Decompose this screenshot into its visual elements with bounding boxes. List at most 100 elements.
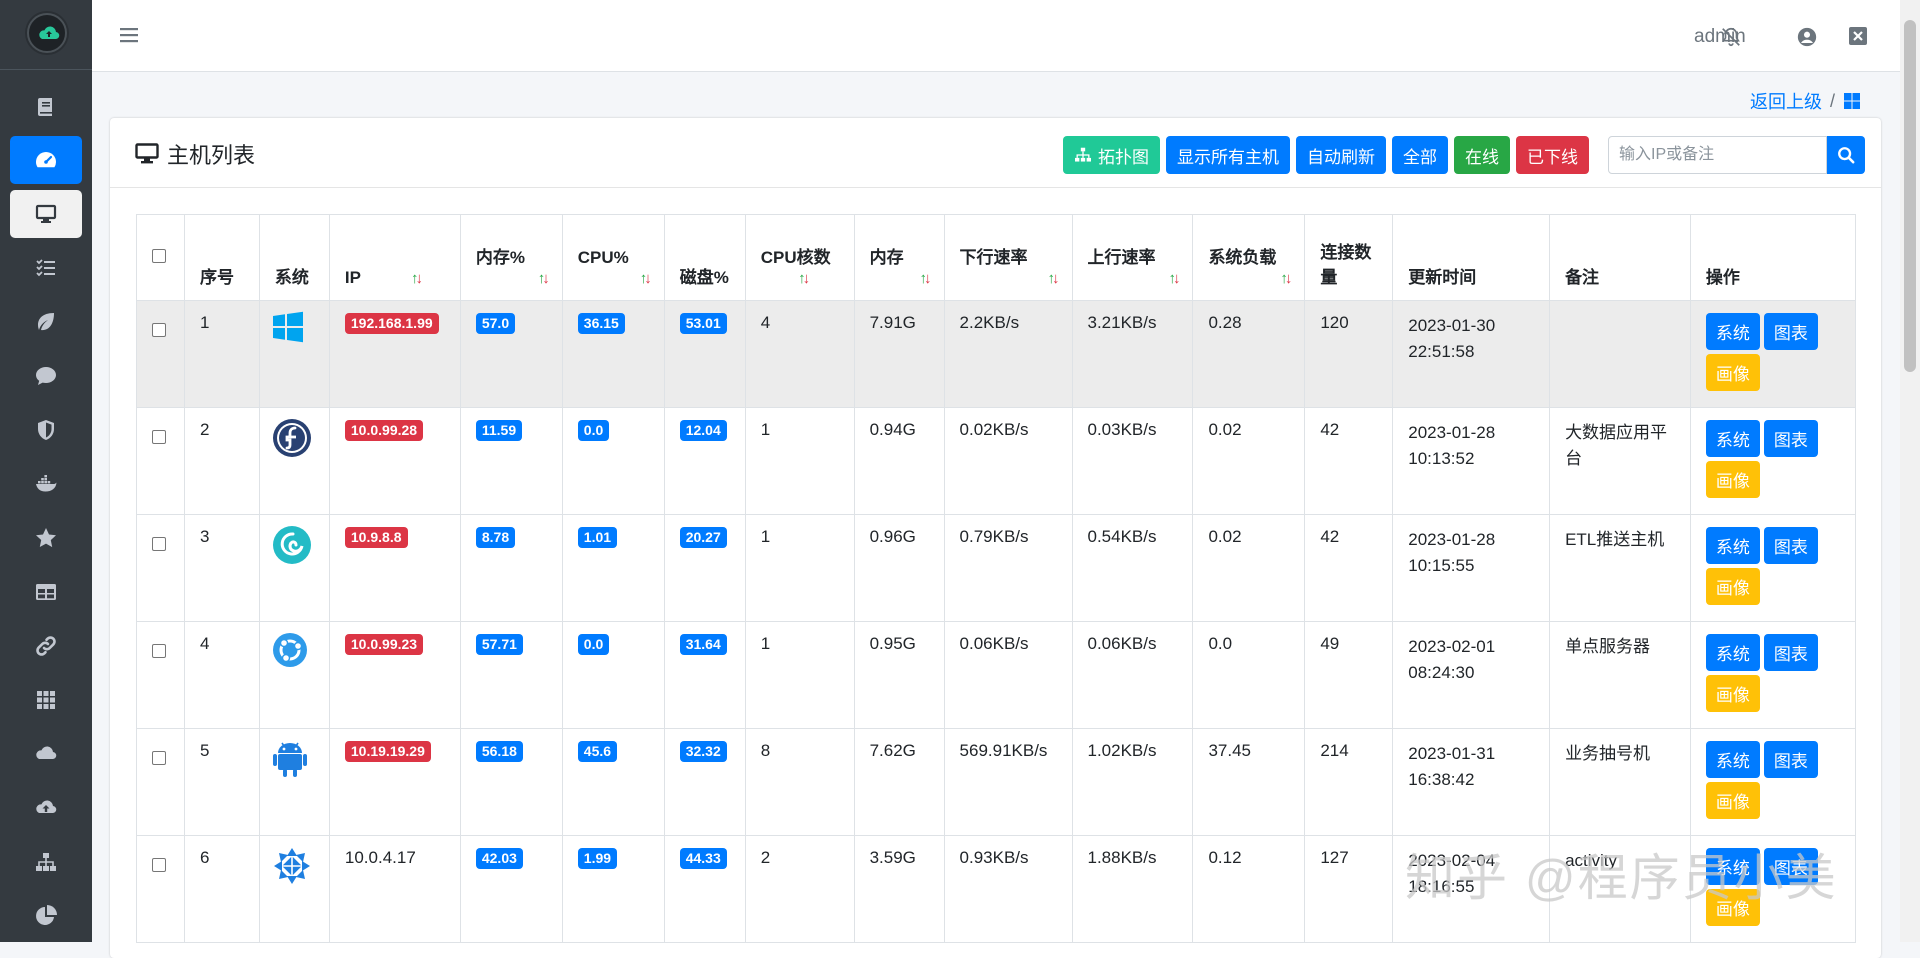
- sort-arrows-icon[interactable]: ↑↓: [1168, 270, 1180, 287]
- sidebar-item-comments[interactable]: [10, 352, 82, 400]
- os-cell: [258, 514, 330, 622]
- table-row[interactable]: 6 10.0.4.17 42.03 1.99 44.33 2 3.59G 0.9…: [136, 835, 1857, 943]
- search-input[interactable]: [1608, 136, 1827, 174]
- header-cpu-pct[interactable]: CPU% ↑↓: [561, 214, 665, 301]
- ip-badge-offline[interactable]: 10.0.99.28: [344, 420, 424, 441]
- header-load[interactable]: 系统负载 ↑↓: [1192, 214, 1306, 301]
- disk-pct-cell: 44.33: [663, 835, 746, 943]
- sort-arrows-icon[interactable]: ↑↓: [798, 270, 810, 287]
- sidebar-item-apps[interactable]: [10, 676, 82, 724]
- disk-pct-cell: 12.04: [663, 407, 746, 515]
- auto-refresh-button[interactable]: 自动刷新: [1296, 136, 1386, 174]
- ip-badge-offline[interactable]: 10.9.8.8: [344, 527, 408, 548]
- select-all-checkbox[interactable]: [152, 248, 166, 263]
- row-checkbox[interactable]: [152, 644, 166, 658]
- filter-online-button[interactable]: 在线: [1454, 136, 1510, 174]
- show-all-hosts-button[interactable]: 显示所有主机: [1166, 136, 1290, 174]
- chart-button[interactable]: 图表: [1763, 634, 1818, 671]
- sidebar-item-tables[interactable]: [10, 568, 82, 616]
- sidebar-item-reports[interactable]: [10, 892, 82, 940]
- sidebar-item-leaf[interactable]: [10, 298, 82, 346]
- header-down-rate[interactable]: 下行速率 ↑↓: [943, 214, 1073, 301]
- hamburger-menu-icon[interactable]: [120, 26, 138, 44]
- search-button[interactable]: [1827, 136, 1865, 174]
- chart-button[interactable]: 图表: [1763, 527, 1818, 564]
- row-checkbox[interactable]: [152, 858, 166, 872]
- ip-cell: 10.19.19.29: [328, 728, 461, 836]
- table-row[interactable]: 2 10.0.99.28 11.59 0.0 12.04 1 0.94G 0.0…: [136, 407, 1857, 515]
- sidebar-item-docker[interactable]: [10, 460, 82, 508]
- sidebar-item-tasks[interactable]: [10, 244, 82, 292]
- user-circle-icon[interactable]: [1796, 26, 1818, 48]
- page-title-text: 主机列表: [167, 143, 256, 168]
- disk-pct-badge: 44.33: [679, 848, 727, 869]
- row-checkbox[interactable]: [152, 323, 166, 337]
- windows-grid-icon[interactable]: [1843, 92, 1861, 110]
- username-label[interactable]: admin: [1694, 26, 1746, 48]
- ip-text[interactable]: 10.0.4.17: [345, 848, 416, 867]
- filter-offline-button[interactable]: 已下线: [1516, 136, 1589, 174]
- sidebar-item-security[interactable]: [10, 406, 82, 454]
- header-up-rate[interactable]: 上行速率 ↑↓: [1071, 214, 1194, 301]
- header-down-rate-label: 下行速率: [959, 248, 1028, 267]
- sidebar-item-network[interactable]: [10, 838, 82, 886]
- profile-button[interactable]: 画像: [1705, 889, 1760, 926]
- filter-all-button[interactable]: 全部: [1392, 136, 1448, 174]
- sort-arrows-icon[interactable]: ↑↓: [538, 270, 550, 287]
- table-row[interactable]: 1 192.168.1.99 57.0 36.15 53.01 4 7.91G …: [136, 300, 1857, 408]
- sort-arrows-icon[interactable]: ↑↓: [920, 270, 932, 287]
- profile-button[interactable]: 画像: [1705, 568, 1760, 605]
- back-link[interactable]: 返回上级: [1750, 88, 1822, 114]
- cloud-icon: [36, 746, 57, 760]
- sidebar-item-book[interactable]: [10, 83, 82, 131]
- sidebar-item-cloud[interactable]: [10, 730, 82, 778]
- system-button[interactable]: 系统: [1705, 741, 1760, 778]
- ip-badge-offline[interactable]: 10.19.19.29: [344, 741, 431, 762]
- profile-button[interactable]: 画像: [1705, 782, 1760, 819]
- table-row[interactable]: 5 10.19.19.29 56.18 45.6 32.32 8 7.62G 5…: [136, 728, 1857, 836]
- profile-button[interactable]: 画像: [1705, 354, 1760, 391]
- chart-button[interactable]: 图表: [1763, 741, 1818, 778]
- sidebar-item-upload[interactable]: [10, 784, 82, 832]
- load-cell: 0.02: [1192, 407, 1306, 515]
- system-button[interactable]: 系统: [1705, 634, 1760, 671]
- sort-arrows-icon[interactable]: ↑↓: [411, 270, 423, 287]
- table-row[interactable]: 3 10.9.8.8 8.78 1.01 20.27 1 0.96G 0.79K…: [136, 514, 1857, 622]
- row-checkbox[interactable]: [152, 430, 166, 444]
- topology-button[interactable]: 拓扑图: [1063, 136, 1160, 174]
- cloud-upload-icon: [39, 26, 60, 40]
- system-button[interactable]: 系统: [1705, 848, 1760, 885]
- sidebar-item-dashboard[interactable]: [10, 136, 82, 184]
- row-checkbox[interactable]: [152, 537, 166, 551]
- sidebar-item-links[interactable]: [10, 622, 82, 670]
- profile-button[interactable]: 画像: [1705, 461, 1760, 498]
- profile-button[interactable]: 画像: [1705, 675, 1760, 712]
- sidebar-item-favorites[interactable]: [10, 514, 82, 562]
- updated-time: 10:15:55: [1408, 556, 1475, 575]
- sort-arrows-icon[interactable]: ↑↓: [640, 270, 652, 287]
- header-mem[interactable]: 内存 ↑↓: [853, 214, 945, 301]
- header-mem-pct[interactable]: 内存% ↑↓: [459, 214, 563, 301]
- brand-logo[interactable]: [27, 13, 67, 53]
- sort-arrows-icon[interactable]: ↑↓: [1048, 270, 1060, 287]
- ip-badge-offline[interactable]: 10.0.99.23: [344, 634, 424, 655]
- search-group: [1608, 136, 1865, 174]
- chart-button[interactable]: 图表: [1763, 420, 1818, 457]
- select-all-header: [136, 214, 185, 301]
- chart-button[interactable]: 图表: [1763, 848, 1818, 885]
- system-button[interactable]: 系统: [1705, 420, 1760, 457]
- header-ip[interactable]: IP ↑↓: [328, 214, 461, 301]
- sidebar-item-hosts[interactable]: [10, 190, 82, 238]
- system-button[interactable]: 系统: [1705, 527, 1760, 564]
- header-cpu-cores[interactable]: CPU核数 ↑↓: [744, 214, 855, 301]
- table-row[interactable]: 4 10.0.99.23 57.71 0.0 31.64 1 0.95G 0.0…: [136, 621, 1857, 729]
- header-conns[interactable]: 连接数量: [1304, 214, 1394, 301]
- header-disk-pct[interactable]: 磁盘%: [663, 214, 746, 301]
- sort-arrows-icon[interactable]: ↑↓: [1280, 270, 1292, 287]
- row-checkbox[interactable]: [152, 751, 166, 765]
- ip-badge-offline[interactable]: 192.168.1.99: [344, 313, 439, 334]
- scrollbar-thumb[interactable]: [1904, 20, 1916, 372]
- system-button[interactable]: 系统: [1705, 313, 1760, 350]
- close-window-icon[interactable]: [1848, 26, 1868, 46]
- chart-button[interactable]: 图表: [1763, 313, 1818, 350]
